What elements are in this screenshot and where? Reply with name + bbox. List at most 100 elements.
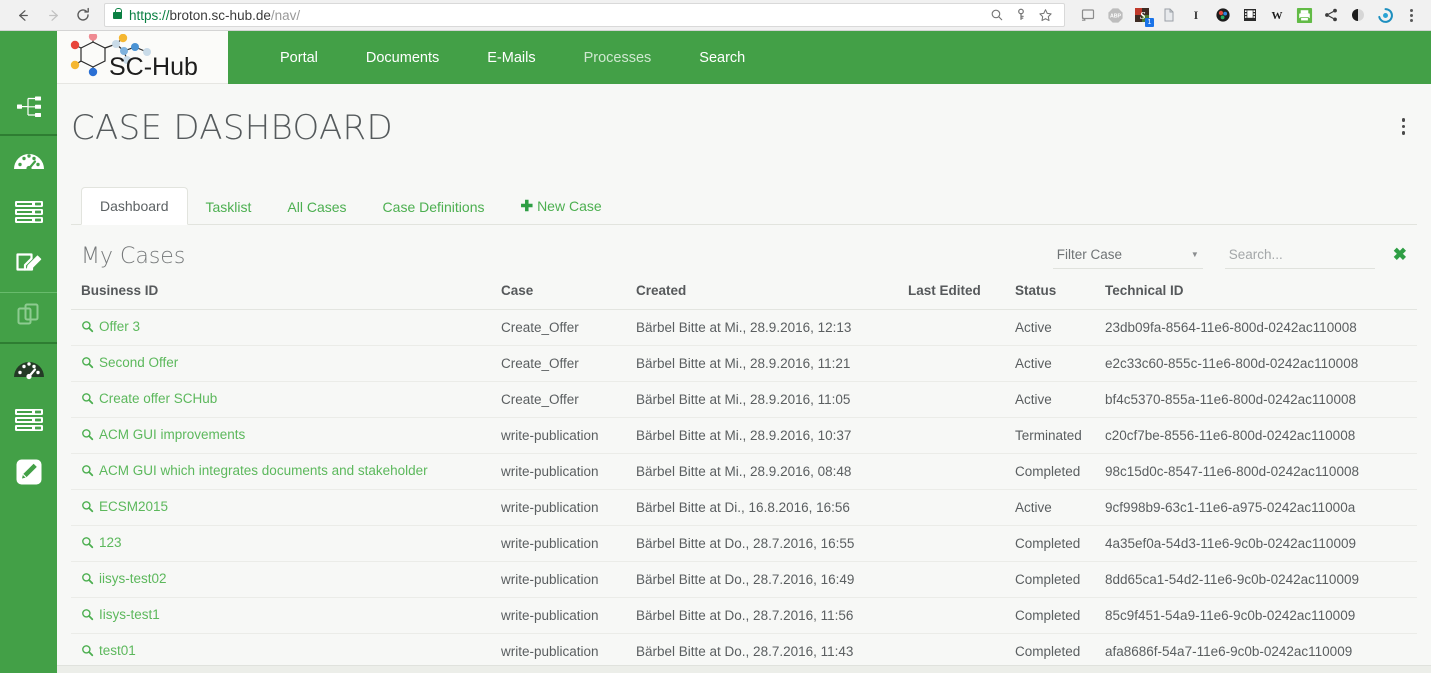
business-id-link[interactable]: Second Offer bbox=[99, 355, 178, 370]
back-button[interactable] bbox=[8, 2, 38, 28]
column-technical-id[interactable]: Technical ID bbox=[1105, 283, 1417, 310]
cell-business-id[interactable]: Iisys-test1 bbox=[71, 597, 501, 634]
business-id-link[interactable]: Iisys-test1 bbox=[99, 607, 160, 622]
nav-item-portal[interactable]: Portal bbox=[258, 44, 340, 72]
magnifier-icon[interactable] bbox=[81, 392, 94, 408]
film-strip-icon[interactable] bbox=[1237, 2, 1263, 28]
column-business-id[interactable]: Business ID bbox=[71, 283, 501, 310]
column-last-edited[interactable]: Last Edited bbox=[908, 283, 1015, 310]
business-id-link[interactable]: ACM GUI improvements bbox=[99, 427, 245, 442]
cell-business-id[interactable]: iisys-test02 bbox=[71, 561, 501, 598]
contrast-icon[interactable] bbox=[1345, 2, 1371, 28]
table-row[interactable]: ECSM2015 write-publication Bärbel Bitte at… bbox=[71, 489, 1417, 526]
table-row[interactable]: Second Offer Create_Offer Bärbel Bitte at … bbox=[71, 345, 1417, 382]
password-key-icon[interactable] bbox=[1010, 4, 1032, 26]
print-friendly-icon[interactable] bbox=[1291, 2, 1317, 28]
cell-technical-id: 85c9f451-54a9-11e6-9c0b-0242ac110009 bbox=[1105, 597, 1417, 634]
sidebar-item-dashboard-dark[interactable] bbox=[0, 344, 57, 396]
cast-icon[interactable] bbox=[1075, 2, 1101, 28]
table-row[interactable]: Iisys-test1 write-publication Bärbel Bitte… bbox=[71, 597, 1417, 634]
magnifier-icon[interactable] bbox=[81, 356, 94, 372]
business-id-link[interactable]: Offer 3 bbox=[99, 319, 140, 334]
sidebar-item-sitemap[interactable] bbox=[0, 84, 57, 136]
cell-last-edited bbox=[908, 489, 1015, 526]
table-row[interactable]: Offer 3 Create_Offer Bärbel Bitte at Mi., … bbox=[71, 309, 1417, 346]
document-icon[interactable] bbox=[1156, 2, 1182, 28]
url-text: https://broton.sc-hub.de/nav/ bbox=[129, 7, 301, 23]
share-icon[interactable] bbox=[1318, 2, 1344, 28]
chrome-menu-button[interactable] bbox=[1399, 2, 1423, 28]
magnifier-icon[interactable] bbox=[81, 464, 94, 480]
cell-created: Bärbel Bitte at Do., 28.7.2016, 16:55 bbox=[636, 525, 908, 562]
italic-text-icon[interactable]: I bbox=[1183, 2, 1209, 28]
table-row[interactable]: iisys-test02 write-publication Bärbel Bitt… bbox=[71, 561, 1417, 598]
reload-button[interactable] bbox=[68, 2, 98, 28]
business-id-link[interactable]: 123 bbox=[99, 535, 122, 550]
cell-business-id[interactable]: ACM GUI improvements bbox=[71, 417, 501, 454]
left-sidebar bbox=[0, 31, 57, 673]
tab-tasklist[interactable]: Tasklist bbox=[188, 189, 270, 225]
business-id-link[interactable]: ACM GUI which integrates documents and s… bbox=[99, 463, 428, 478]
business-id-link[interactable]: Create offer SCHub bbox=[99, 391, 217, 406]
forward-button[interactable] bbox=[38, 2, 68, 28]
column-status[interactable]: Status bbox=[1015, 283, 1105, 310]
magnifier-icon[interactable] bbox=[81, 320, 94, 336]
sidebar-item-dashboard[interactable] bbox=[0, 136, 57, 188]
sidebar-item-tasklist-2[interactable] bbox=[0, 396, 57, 448]
wikipedia-icon[interactable]: W bbox=[1264, 2, 1290, 28]
table-row[interactable]: ACM GUI which integrates documents and s… bbox=[71, 453, 1417, 490]
sidebar-item-edit[interactable] bbox=[0, 240, 57, 292]
table-row[interactable]: ACM GUI improvements write-publication Bär… bbox=[71, 417, 1417, 454]
search-field[interactable] bbox=[1224, 243, 1375, 269]
nav-item-processes[interactable]: Processes bbox=[562, 44, 674, 72]
cell-business-id[interactable]: ECSM2015 bbox=[71, 489, 501, 526]
business-id-link[interactable]: test01 bbox=[99, 643, 136, 658]
adblock-plus-icon[interactable]: ABP bbox=[1102, 2, 1128, 28]
skype-click-to-call-icon[interactable]: S 1 bbox=[1129, 2, 1155, 28]
table-row[interactable]: Create offer SCHub Create_Offer Bärbel Bit… bbox=[71, 381, 1417, 418]
clear-search-button[interactable]: ✖ bbox=[1393, 246, 1407, 267]
main-column: SC-Hub Portal Documents E-Mails Processe… bbox=[57, 31, 1431, 673]
edit-note-icon bbox=[14, 250, 44, 283]
business-id-link[interactable]: ECSM2015 bbox=[99, 499, 168, 514]
column-case[interactable]: Case bbox=[501, 283, 636, 310]
extension-badge: 1 bbox=[1145, 18, 1154, 27]
magnifier-icon[interactable] bbox=[81, 500, 94, 516]
magnifier-icon[interactable] bbox=[81, 572, 94, 588]
sidebar-item-tasklist[interactable] bbox=[0, 188, 57, 240]
cell-last-edited bbox=[908, 417, 1015, 454]
pencil-icon bbox=[14, 457, 44, 492]
page-search-icon[interactable] bbox=[986, 4, 1008, 26]
sidebar-item-copy[interactable] bbox=[0, 292, 57, 344]
cell-business-id[interactable]: Second Offer bbox=[71, 345, 501, 382]
cell-business-id[interactable]: Create offer SCHub bbox=[71, 381, 501, 418]
filter-case-select[interactable]: Filter Case ▼ bbox=[1052, 243, 1203, 269]
cell-business-id[interactable]: 123 bbox=[71, 525, 501, 562]
address-bar[interactable]: https://broton.sc-hub.de/nav/ bbox=[104, 3, 1065, 27]
nav-item-documents[interactable]: Documents bbox=[344, 44, 461, 72]
bookmark-star-icon[interactable] bbox=[1034, 4, 1056, 26]
cell-created: Bärbel Bitte at Do., 28.7.2016, 11:56 bbox=[636, 597, 908, 634]
magnifier-icon[interactable] bbox=[81, 536, 94, 552]
sync-icon[interactable] bbox=[1372, 2, 1398, 28]
nav-item-search[interactable]: Search bbox=[677, 44, 767, 72]
page-overflow-menu[interactable] bbox=[1401, 118, 1405, 135]
column-created[interactable]: Created bbox=[636, 283, 908, 310]
table-row[interactable]: 123 write-publication Bärbel Bitte at Do.,… bbox=[71, 525, 1417, 562]
tab-case-definitions[interactable]: Case Definitions bbox=[365, 189, 503, 225]
magnifier-icon[interactable] bbox=[81, 644, 94, 660]
tab-new-case[interactable]: ✚ New Case bbox=[502, 187, 619, 225]
color-picker-icon[interactable] bbox=[1210, 2, 1236, 28]
magnifier-icon[interactable] bbox=[81, 608, 94, 624]
tab-dashboard[interactable]: Dashboard bbox=[81, 187, 188, 225]
cell-last-edited bbox=[908, 345, 1015, 382]
magnifier-icon[interactable] bbox=[81, 428, 94, 444]
cell-business-id[interactable]: ACM GUI which integrates documents and s… bbox=[71, 453, 501, 490]
sidebar-item-pencil[interactable] bbox=[0, 448, 57, 500]
tab-all-cases[interactable]: All Cases bbox=[269, 189, 364, 225]
search-input[interactable] bbox=[1228, 247, 1371, 262]
business-id-link[interactable]: iisys-test02 bbox=[99, 571, 167, 586]
cell-business-id[interactable]: Offer 3 bbox=[71, 309, 501, 346]
nav-item-emails[interactable]: E-Mails bbox=[465, 44, 557, 72]
logo[interactable]: SC-Hub bbox=[57, 31, 228, 84]
